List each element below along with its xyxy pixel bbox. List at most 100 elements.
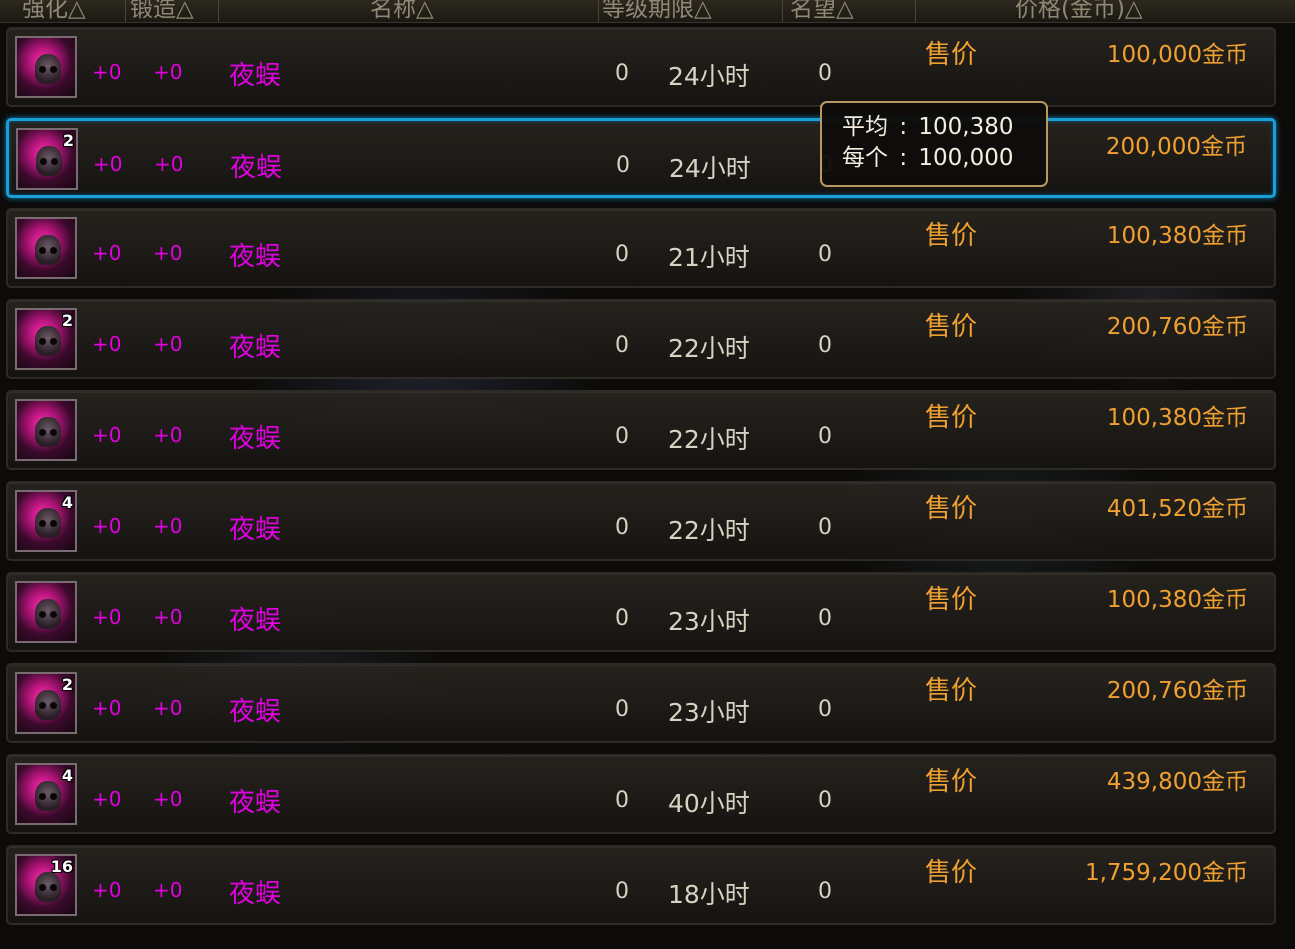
- auction-item-row[interactable]: +0 +0 夜蜈 0 22小时 0 售价 100,380金币: [6, 390, 1276, 470]
- reputation-value: 0: [818, 61, 832, 86]
- level-value: 0: [615, 697, 629, 722]
- level-value: 0: [615, 424, 629, 449]
- duration-value: 22小时: [668, 516, 750, 545]
- skull-eye: [50, 429, 57, 436]
- tooltip-separator: :: [899, 145, 908, 171]
- auction-item-row[interactable]: 2 +0 +0 夜蜈 0 23小时 0 售价 200,760金币: [6, 663, 1276, 743]
- skull-eye: [39, 247, 46, 254]
- night-centipede-item-icon[interactable]: 4: [15, 490, 77, 552]
- auction-item-row[interactable]: 4 +0 +0 夜蜈 0 22小时 0 售价 401,520金币: [6, 481, 1276, 561]
- skull-eye: [39, 338, 46, 345]
- enhance-value: +0: [92, 423, 122, 447]
- sort-level-duration-header[interactable]: 等级期限△: [602, 0, 712, 22]
- forge-value: +0: [153, 332, 183, 356]
- skull-eye: [39, 793, 46, 800]
- skull-eye: [50, 520, 57, 527]
- tooltip-each-line: 每个 : 100,000: [842, 143, 1046, 174]
- night-centipede-item-icon[interactable]: 2: [15, 308, 77, 370]
- enhance-value: +0: [92, 60, 122, 84]
- auction-item-row[interactable]: 2+0+0夜蜈024小时0200,000金币: [6, 118, 1276, 198]
- price-tooltip: 平均 : 100,380 每个 : 100,000: [820, 101, 1048, 187]
- sort-price-header[interactable]: 价格(金币)△: [1015, 0, 1143, 22]
- item-name: 夜蜈: [229, 515, 282, 545]
- auction-item-row[interactable]: 2 +0 +0 夜蜈 0 22小时 0 售价 200,760金币: [6, 299, 1276, 379]
- auction-item-row[interactable]: 16 +0 +0 夜蜈 0 18小时 0 售价 1,759,200金币: [6, 845, 1276, 925]
- forge-value: +0: [153, 60, 183, 84]
- skull-eye: [39, 884, 46, 891]
- sell-price-label: 售价: [925, 221, 978, 251]
- sell-price-label: 售价: [925, 767, 978, 797]
- night-centipede-item-icon[interactable]: [15, 399, 77, 461]
- level-value: 0: [615, 606, 629, 631]
- skull-eye: [50, 702, 57, 709]
- skull-eye: [50, 793, 57, 800]
- sell-price-label: 售价: [925, 676, 978, 706]
- sort-name-header[interactable]: 名称△: [370, 0, 434, 22]
- enhance-value: +0: [92, 787, 122, 811]
- duration-value: 40小时: [668, 789, 750, 818]
- enhance-value: +0: [92, 241, 122, 265]
- tooltip-separator: :: [899, 114, 908, 140]
- skull-eye: [50, 611, 57, 618]
- level-value: 0: [616, 153, 630, 178]
- level-value: 0: [615, 515, 629, 540]
- tooltip-each-label: 每个: [842, 145, 888, 171]
- forge-value: +0: [153, 241, 183, 265]
- item-price: 100,380金币: [1106, 587, 1248, 613]
- item-price: 401,520金币: [1106, 496, 1248, 522]
- sell-price-label: 售价: [925, 585, 978, 615]
- item-quantity-badge: 4: [61, 493, 73, 512]
- reputation-value: 0: [818, 788, 832, 813]
- skull-eye: [50, 247, 57, 254]
- item-quantity-badge: 4: [61, 766, 73, 785]
- item-price: 100,000金币: [1106, 42, 1248, 68]
- sort-enhance-header[interactable]: 强化△: [22, 0, 86, 22]
- night-centipede-item-icon[interactable]: [15, 217, 77, 279]
- skull-eye: [50, 884, 57, 891]
- item-price: 200,760金币: [1106, 678, 1248, 704]
- level-value: 0: [615, 788, 629, 813]
- night-centipede-item-icon[interactable]: [15, 581, 77, 643]
- night-centipede-item-icon[interactable]: 2: [16, 128, 78, 190]
- auction-item-row[interactable]: 4 +0 +0 夜蜈 0 40小时 0 售价 439,800金币: [6, 754, 1276, 834]
- item-name: 夜蜈: [230, 153, 283, 183]
- forge-value: +0: [153, 514, 183, 538]
- duration-value: 18小时: [668, 880, 750, 909]
- enhance-value: +0: [92, 696, 122, 720]
- reputation-value: 0: [818, 515, 832, 540]
- forge-value: +0: [153, 696, 183, 720]
- night-centipede-item-icon[interactable]: 16: [15, 854, 77, 916]
- item-quantity-badge: 2: [61, 675, 73, 694]
- auction-item-row[interactable]: +0 +0 夜蜈 0 21小时 0 售价 100,380金币: [6, 208, 1276, 288]
- skull-eye: [51, 158, 58, 165]
- item-price: 100,380金币: [1106, 223, 1248, 249]
- skull-eye: [39, 520, 46, 527]
- auction-item-row[interactable]: +0 +0 夜蜈 0 24小时 0 售价 100,000金币: [6, 27, 1276, 107]
- enhance-value: +0: [92, 605, 122, 629]
- skull-eye: [40, 158, 47, 165]
- sort-reputation-header[interactable]: 名望△: [790, 0, 854, 22]
- auction-item-row[interactable]: +0 +0 夜蜈 0 23小时 0 售价 100,380金币: [6, 572, 1276, 652]
- item-name: 夜蜈: [229, 333, 282, 363]
- enhance-value: +0: [93, 152, 123, 176]
- reputation-value: 0: [818, 879, 832, 904]
- reputation-value: 0: [818, 242, 832, 267]
- duration-value: 22小时: [668, 334, 750, 363]
- enhance-value: +0: [92, 878, 122, 902]
- night-centipede-item-icon[interactable]: 2: [15, 672, 77, 734]
- skull-eye: [50, 338, 57, 345]
- reputation-value: 0: [818, 333, 832, 358]
- header-divider: [782, 0, 783, 22]
- level-value: 0: [615, 61, 629, 86]
- sell-price-label: 售价: [925, 494, 978, 524]
- item-price: 200,000金币: [1105, 134, 1247, 160]
- level-value: 0: [615, 879, 629, 904]
- sort-forge-header[interactable]: 锻造△: [130, 0, 194, 22]
- tooltip-each-value: 100,000: [918, 145, 1014, 171]
- level-value: 0: [615, 333, 629, 358]
- night-centipede-item-icon[interactable]: [15, 36, 77, 98]
- night-centipede-item-icon[interactable]: 4: [15, 763, 77, 825]
- header-divider: [125, 0, 126, 22]
- item-price: 100,380金币: [1106, 405, 1248, 431]
- sell-price-label: 售价: [925, 312, 978, 342]
